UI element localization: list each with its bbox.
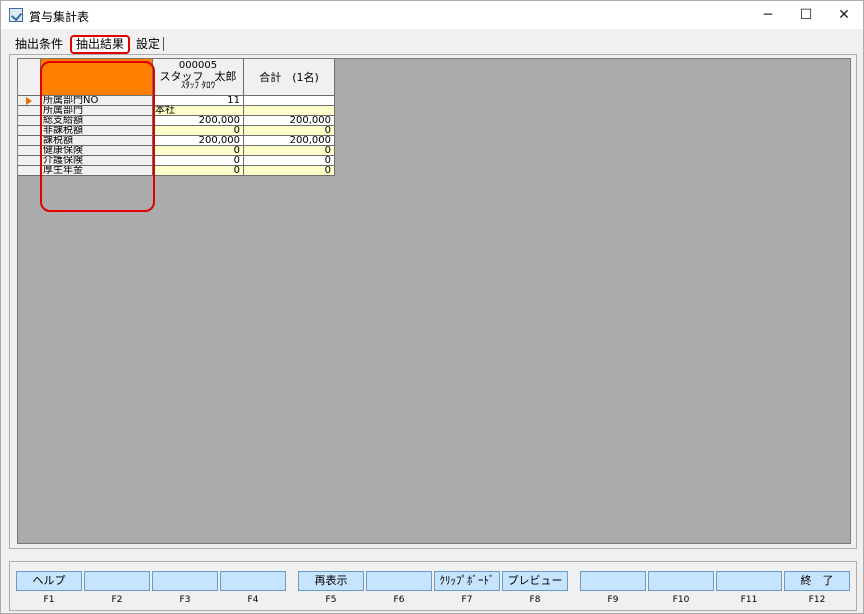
fkey-label-f6: F6 — [393, 595, 405, 605]
f4-button[interactable] — [220, 571, 286, 591]
results-grid-area: 000005 スタッフ 太郎 ｽﾀｯﾌ ﾀﾛｳ 合計 (1名) 所属部門NO 1… — [17, 58, 851, 544]
row-header[interactable] — [18, 96, 41, 106]
row-label: 介護保険 — [41, 156, 153, 166]
staff-kana: ｽﾀｯﾌ ﾀﾛｳ — [180, 81, 216, 91]
f3-button[interactable] — [152, 571, 218, 591]
staff-value-cell[interactable]: 200,000 — [153, 116, 244, 126]
preview-button[interactable]: プレビュー — [502, 571, 568, 591]
f10-button[interactable] — [648, 571, 714, 591]
fkey-label-f8: F8 — [529, 595, 541, 605]
help-button[interactable]: ヘルプ — [16, 571, 82, 591]
exit-button[interactable]: 終 了 — [784, 571, 850, 591]
total-value-cell[interactable] — [244, 96, 335, 106]
fkey-label-f3: F3 — [179, 595, 191, 605]
row-header[interactable] — [18, 116, 41, 126]
fkey-label-f12: F12 — [808, 595, 826, 605]
total-value-cell[interactable]: 200,000 — [244, 136, 335, 146]
row-header[interactable] — [18, 106, 41, 116]
function-key-bar: ヘルプ F1 F2 F3 F4 再表示 F5 F6 ｸﾘｯﾌﾟﾎﾞｰﾄﾞ F7 … — [9, 561, 857, 611]
grid-corner — [18, 59, 41, 96]
f2-button[interactable] — [84, 571, 150, 591]
row-label: 厚生年金 — [41, 166, 153, 176]
title-bar: 賞与集計表 ─ ☐ ✕ — [1, 1, 863, 29]
staff-value-cell[interactable]: 0 — [153, 126, 244, 136]
tab-extract-results[interactable]: 抽出結果 — [70, 35, 131, 54]
tab-separator — [163, 37, 164, 51]
total-value-cell[interactable]: 0 — [244, 126, 335, 136]
f11-button[interactable] — [716, 571, 782, 591]
fkey-label-f9: F9 — [607, 595, 619, 605]
row-label: 健康保険 — [41, 146, 153, 156]
row-label: 総支給額 — [41, 116, 153, 126]
f6-button[interactable] — [366, 571, 432, 591]
fkey-label-f4: F4 — [247, 595, 259, 605]
fkey-label-f2: F2 — [111, 595, 123, 605]
row-header[interactable] — [18, 146, 41, 156]
fkey-label-f7: F7 — [461, 595, 473, 605]
label-column-header[interactable] — [41, 59, 153, 96]
results-panel: 000005 スタッフ 太郎 ｽﾀｯﾌ ﾀﾛｳ 合計 (1名) 所属部門NO 1… — [9, 54, 857, 549]
staff-value-cell[interactable]: 200,000 — [153, 136, 244, 146]
staff-value-cell[interactable]: 0 — [153, 166, 244, 176]
row-label: 所属部門 — [41, 106, 153, 116]
total-value-cell[interactable]: 0 — [244, 156, 335, 166]
row-label: 非課税額 — [41, 126, 153, 136]
fkey-label-f10: F10 — [672, 595, 690, 605]
staff-value-cell[interactable]: 0 — [153, 156, 244, 166]
app-icon — [9, 8, 23, 22]
row-label: 課税額 — [41, 136, 153, 146]
tab-extract-conditions[interactable]: 抽出条件 — [15, 35, 63, 54]
staff-value-cell[interactable]: 0 — [153, 146, 244, 156]
total-value-cell[interactable] — [244, 106, 335, 116]
total-value-cell[interactable]: 200,000 — [244, 116, 335, 126]
staff-value-cell[interactable]: 11 — [153, 96, 244, 106]
app-window: 賞与集計表 ─ ☐ ✕ 抽出条件 抽出結果 設定 000005 スタッフ 太郎 … — [0, 0, 864, 614]
f9-button[interactable] — [580, 571, 646, 591]
row-header[interactable] — [18, 156, 41, 166]
fkey-label-f11: F11 — [740, 595, 758, 605]
total-column-header[interactable]: 合計 (1名) — [244, 59, 335, 96]
row-header[interactable] — [18, 126, 41, 136]
row-header[interactable] — [18, 166, 41, 176]
row-label: 所属部門NO — [41, 96, 153, 106]
staff-column-header[interactable]: 000005 スタッフ 太郎 ｽﾀｯﾌ ﾀﾛｳ — [153, 59, 244, 96]
current-row-arrow-icon — [26, 97, 32, 105]
tab-settings[interactable]: 設定 — [136, 35, 160, 54]
staff-value-cell[interactable]: 本社 — [153, 106, 244, 116]
window-title: 賞与集計表 — [29, 10, 90, 24]
clipboard-button[interactable]: ｸﾘｯﾌﾟﾎﾞｰﾄﾞ — [434, 571, 500, 591]
total-value-cell[interactable]: 0 — [244, 146, 335, 156]
fkey-label-f5: F5 — [325, 595, 337, 605]
row-header[interactable] — [18, 136, 41, 146]
refresh-button[interactable]: 再表示 — [298, 571, 364, 591]
total-value-cell[interactable]: 0 — [244, 166, 335, 176]
close-button[interactable]: ✕ — [821, 1, 864, 29]
fkey-label-f1: F1 — [43, 595, 55, 605]
